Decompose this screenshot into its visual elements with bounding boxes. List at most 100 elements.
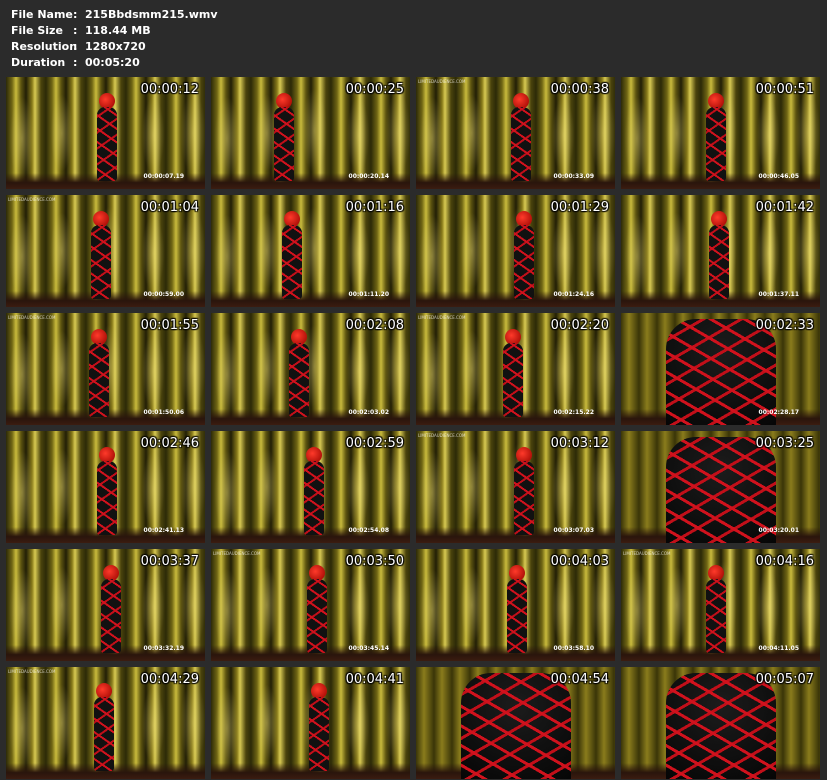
frame-timecode: 00:00:59.00: [143, 291, 184, 298]
frame-subject: [286, 329, 312, 417]
thumbnail[interactable]: 00:03:37 00:03:32.19: [6, 549, 205, 661]
watermark: LIMITEDAUDIENCE.COM: [8, 197, 56, 202]
frame-timecode: 00:00:33.09: [553, 173, 594, 180]
thumbnail[interactable]: 00:04:54: [416, 667, 615, 779]
frame-subject-body: [514, 225, 534, 299]
thumbnail-timestamp: 00:01:04: [140, 200, 199, 215]
thumbnail-timestamp: 00:00:25: [345, 82, 404, 97]
thumbnail-timestamp: 00:03:50: [345, 554, 404, 569]
frame-subject: [279, 211, 305, 299]
frame-subject-body: [514, 461, 534, 535]
thumbnail-timestamp: 00:02:46: [140, 436, 199, 451]
frame-subject-body: [274, 107, 294, 181]
thumbnail[interactable]: 00:04:29 LIMITEDAUDIENCE.COM: [6, 667, 205, 779]
thumbnail[interactable]: 00:01:55 00:01:50.06 LIMITEDAUDIENCE.COM: [6, 313, 205, 425]
info-label: Resolution: [11, 40, 78, 53]
watermark: LIMITEDAUDIENCE.COM: [213, 551, 261, 556]
frame-subject: [504, 565, 530, 653]
info-separator: :: [73, 8, 78, 21]
frame-subject: [666, 673, 776, 779]
info-value: 00:05:20: [85, 56, 140, 69]
thumbnail-timestamp: 00:04:29: [140, 672, 199, 687]
thumbnail[interactable]: 00:01:04 00:00:59.00 LIMITEDAUDIENCE.COM: [6, 195, 205, 307]
thumbnail[interactable]: 00:02:08 00:02:03.02: [211, 313, 410, 425]
frame-timecode: 00:03:07.03: [553, 527, 594, 534]
frame-timecode: 00:01:50.06: [143, 409, 184, 416]
frame-subject-body: [97, 461, 117, 535]
thumbnail[interactable]: 00:03:25 00:03:20.01: [621, 431, 820, 543]
thumbnail[interactable]: 00:02:59 00:02:54.08: [211, 431, 410, 543]
frame-subject: [271, 93, 297, 181]
thumbnail[interactable]: 00:00:38 00:00:33.09 LIMITEDAUDIENCE.COM: [416, 77, 615, 189]
frame-subject-body: [461, 673, 571, 779]
thumbnail-timestamp: 00:00:51: [755, 82, 814, 97]
frame-subject-body: [89, 343, 109, 417]
thumbnail[interactable]: 00:00:12 00:00:07.19: [6, 77, 205, 189]
thumbnail-grid: 00:00:12 00:00:07.19 00:00:25 00:00:20.14 00…: [6, 77, 822, 779]
thumbnail[interactable]: 00:01:29 00:01:24.16: [416, 195, 615, 307]
frame-subject-body: [511, 107, 531, 181]
info-value: 1280x720: [85, 40, 146, 53]
frame-subject-body: [282, 225, 302, 299]
thumbnail[interactable]: 00:01:42 00:01:37.11: [621, 195, 820, 307]
frame-subject-body: [97, 107, 117, 181]
frame-subject-body: [289, 343, 309, 417]
thumbnail[interactable]: 00:03:12 00:03:07.03 LIMITEDAUDIENCE.COM: [416, 431, 615, 543]
thumbnail[interactable]: 00:04:16 00:04:11.05 LIMITEDAUDIENCE.COM: [621, 549, 820, 661]
thumbnail[interactable]: 00:00:25 00:00:20.14: [211, 77, 410, 189]
thumbnail[interactable]: 00:04:41: [211, 667, 410, 779]
thumbnail-timestamp: 00:02:33: [755, 318, 814, 333]
frame-timecode: 00:03:58.10: [553, 645, 594, 652]
frame-timecode: 00:01:11.20: [348, 291, 389, 298]
thumbnail[interactable]: 00:01:16 00:01:11.20: [211, 195, 410, 307]
thumbnail[interactable]: 00:02:46 00:02:41.13: [6, 431, 205, 543]
frame-timecode: 00:01:24.16: [553, 291, 594, 298]
frame-subject: [94, 447, 120, 535]
info-row-file-size: File Size : 118.44 MB: [11, 23, 271, 39]
thumbnail[interactable]: 00:03:50 00:03:45.14 LIMITEDAUDIENCE.COM: [211, 549, 410, 661]
thumbnail[interactable]: 00:04:03 00:03:58.10: [416, 549, 615, 661]
frame-timecode: 00:00:07.19: [143, 173, 184, 180]
frame-subject-body: [304, 461, 324, 535]
frame-subject: [511, 211, 537, 299]
thumbnail[interactable]: 00:02:20 00:02:15.22 LIMITEDAUDIENCE.COM: [416, 313, 615, 425]
frame-timecode: 00:02:54.08: [348, 527, 389, 534]
info-label: File Size: [11, 24, 63, 37]
thumbnail-timestamp: 00:04:41: [345, 672, 404, 687]
watermark: LIMITEDAUDIENCE.COM: [418, 433, 466, 438]
frame-subject: [91, 683, 117, 771]
frame-subject: [500, 329, 526, 417]
thumbnail-timestamp: 00:01:42: [755, 200, 814, 215]
frame-timecode: 00:02:15.22: [553, 409, 594, 416]
thumbnail-timestamp: 00:03:25: [755, 436, 814, 451]
frame-subject-body: [507, 579, 527, 653]
watermark: LIMITEDAUDIENCE.COM: [623, 551, 671, 556]
info-label: Duration: [11, 56, 66, 69]
thumbnail-timestamp: 00:00:38: [550, 82, 609, 97]
thumbnail-timestamp: 00:04:03: [550, 554, 609, 569]
frame-timecode: 00:00:20.14: [348, 173, 389, 180]
frame-subject: [703, 565, 729, 653]
frame-timecode: 00:00:46.05: [758, 173, 799, 180]
info-row-file-name: File Name : 215Bbdsmm215.wmv: [11, 7, 271, 23]
thumbnail[interactable]: 00:00:51 00:00:46.05: [621, 77, 820, 189]
frame-subject: [703, 93, 729, 181]
thumbnail-timestamp: 00:02:08: [345, 318, 404, 333]
frame-timecode: 00:04:11.05: [758, 645, 799, 652]
frame-subject-body: [307, 579, 327, 653]
frame-subject: [508, 93, 534, 181]
thumbnail-timestamp: 00:00:12: [140, 82, 199, 97]
thumbnail-timestamp: 00:02:59: [345, 436, 404, 451]
frame-subject-body: [309, 697, 329, 771]
frame-subject: [304, 565, 330, 653]
frame-subject: [94, 93, 120, 181]
frame-subject-body: [706, 107, 726, 181]
thumbnail[interactable]: 00:05:07: [621, 667, 820, 779]
thumbnail[interactable]: 00:02:33 00:02:28.17: [621, 313, 820, 425]
frame-timecode: 00:01:37.11: [758, 291, 799, 298]
frame-timecode: 00:02:41.13: [143, 527, 184, 534]
file-info-panel: File Name : 215Bbdsmm215.wmv File Size :…: [11, 7, 271, 71]
thumbnail-timestamp: 00:05:07: [755, 672, 814, 687]
frame-timecode: 00:02:28.17: [758, 409, 799, 416]
frame-subject: [88, 211, 114, 299]
